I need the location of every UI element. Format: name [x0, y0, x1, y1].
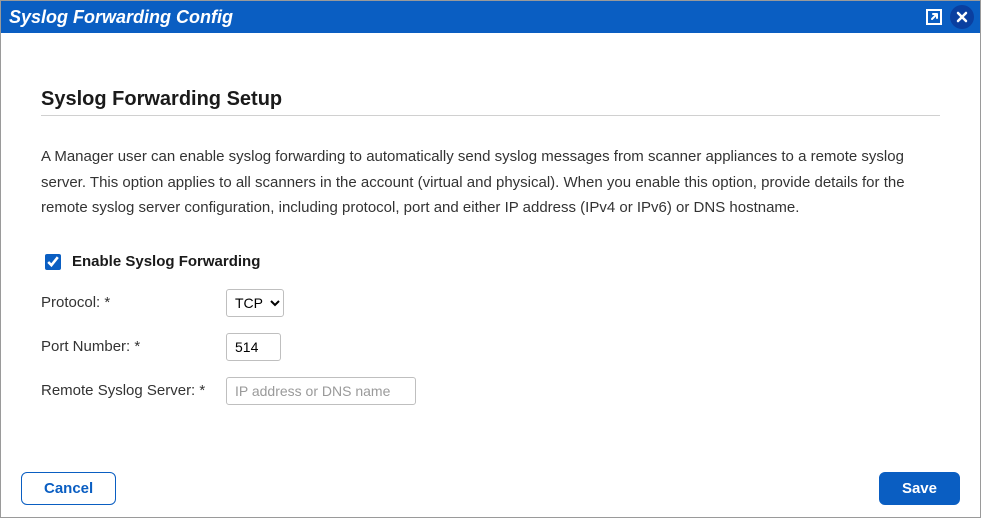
- cancel-button[interactable]: Cancel: [21, 472, 116, 505]
- dialog-header: Syslog Forwarding Config: [1, 1, 980, 33]
- protocol-select[interactable]: TCP: [226, 289, 284, 317]
- header-icons: [924, 5, 974, 29]
- server-label: Remote Syslog Server: *: [41, 382, 226, 399]
- section-description: A Manager user can enable syslog forward…: [41, 144, 940, 221]
- dialog-title: Syslog Forwarding Config: [9, 7, 924, 28]
- port-label: Port Number: *: [41, 338, 226, 355]
- section-title: Syslog Forwarding Setup: [41, 88, 940, 111]
- dialog-footer: Cancel Save: [1, 472, 980, 505]
- dialog-content: Syslog Forwarding Setup A Manager user c…: [1, 33, 980, 405]
- server-row: Remote Syslog Server: *: [41, 377, 940, 405]
- divider: [41, 115, 940, 116]
- close-icon[interactable]: [950, 5, 974, 29]
- expand-icon[interactable]: [924, 7, 944, 27]
- protocol-row: Protocol: * TCP: [41, 289, 940, 317]
- port-input[interactable]: [226, 333, 281, 361]
- port-row: Port Number: *: [41, 333, 940, 361]
- save-button[interactable]: Save: [879, 472, 960, 505]
- enable-row: Enable Syslog Forwarding: [41, 251, 940, 273]
- server-input[interactable]: [226, 377, 416, 405]
- protocol-label: Protocol: *: [41, 294, 226, 311]
- enable-label: Enable Syslog Forwarding: [72, 253, 260, 270]
- enable-checkbox[interactable]: [45, 254, 61, 270]
